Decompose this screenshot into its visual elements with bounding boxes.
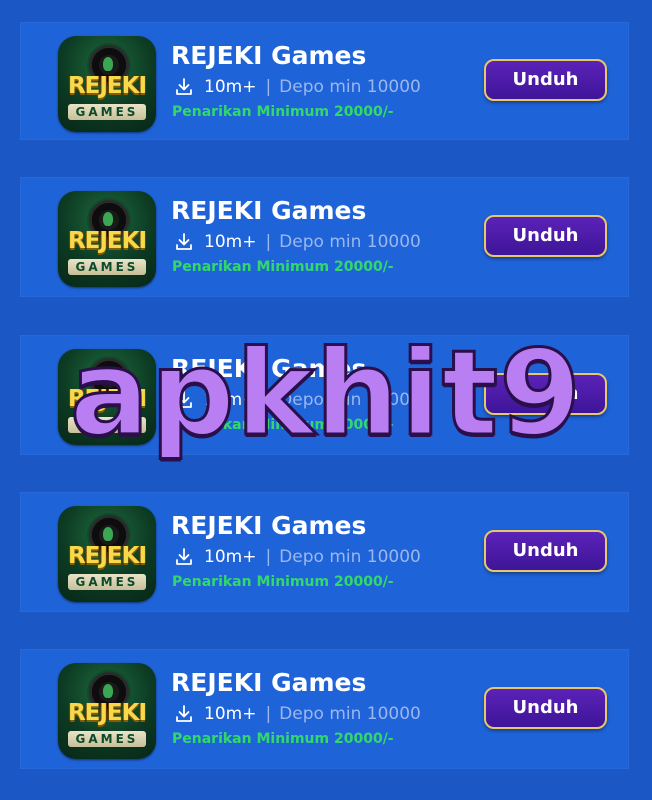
meta-separator: |: [265, 704, 272, 724]
meta-separator: |: [265, 547, 272, 567]
download-button[interactable]: Unduh: [484, 59, 607, 101]
rejeki-games-app-icon[interactable]: REJEKI GAMES: [58, 349, 156, 445]
app-name: REJEKI Games: [171, 41, 367, 70]
rejeki-games-app-icon[interactable]: REJEKI GAMES: [58, 191, 156, 287]
icon-logo-bottom-text: GAMES: [68, 259, 146, 275]
rejeki-games-app-icon[interactable]: REJEKI GAMES: [58, 36, 156, 132]
meta-separator: |: [265, 390, 272, 410]
icon-logo-top-text: REJEKI: [67, 543, 147, 569]
app-card[interactable]: REJEKI GAMES REJEKI Games 10m+ | Depo mi…: [20, 177, 629, 297]
icon-logo-bottom-text: GAMES: [68, 417, 146, 433]
meta-separator: |: [265, 232, 272, 252]
icon-logo-top-text: REJEKI: [67, 73, 147, 99]
app-meta: 10m+ | Depo min 10000: [174, 703, 421, 725]
download-icon: [176, 78, 192, 95]
icon-logo-top-text: REJEKI: [67, 700, 147, 726]
download-count: 10m+: [204, 77, 257, 97]
withdraw-minimum: Penarikan Minimum 20000/-: [172, 259, 394, 275]
deposit-minimum: Depo min 10000: [279, 390, 421, 410]
rejeki-games-app-icon[interactable]: REJEKI GAMES: [58, 663, 156, 759]
app-card[interactable]: REJEKI GAMES REJEKI Games 10m+ | Depo mi…: [20, 22, 629, 140]
app-meta: 10m+ | Depo min 10000: [174, 76, 421, 98]
rejeki-games-app-icon[interactable]: REJEKI GAMES: [58, 506, 156, 602]
download-icon: [176, 233, 192, 250]
icon-logo-top-text: REJEKI: [67, 228, 147, 254]
download-button[interactable]: Unduh: [484, 215, 607, 257]
icon-logo-bottom-text: GAMES: [68, 731, 146, 747]
app-card[interactable]: REJEKI GAMES REJEKI Games 10m+ | Depo mi…: [20, 649, 629, 769]
icon-logo-bottom-text: GAMES: [68, 104, 146, 120]
download-button[interactable]: Unduh: [484, 530, 607, 572]
download-icon: [176, 548, 192, 565]
withdraw-minimum: Penarikan Minimum 20000/-: [172, 104, 394, 120]
app-card[interactable]: REJEKI GAMES REJEKI Games 10m+ | Depo mi…: [20, 335, 629, 455]
deposit-minimum: Depo min 10000: [279, 232, 421, 252]
download-icon: [176, 391, 192, 408]
download-count: 10m+: [204, 704, 257, 724]
withdraw-minimum: Penarikan Minimum 20000/-: [172, 574, 394, 590]
download-count: 10m+: [204, 390, 257, 410]
withdraw-minimum: Penarikan Minimum 20000/-: [172, 731, 394, 747]
withdraw-minimum: Penarikan Minimum 20000/-: [172, 417, 394, 433]
download-button[interactable]: Unduh: [484, 687, 607, 729]
deposit-minimum: Depo min 10000: [279, 77, 421, 97]
download-icon: [176, 705, 192, 722]
download-count: 10m+: [204, 547, 257, 567]
meta-separator: |: [265, 77, 272, 97]
app-name: REJEKI Games: [171, 196, 367, 225]
app-meta: 10m+ | Depo min 10000: [174, 231, 421, 253]
app-name: REJEKI Games: [171, 668, 367, 697]
app-meta: 10m+ | Depo min 10000: [174, 389, 421, 411]
app-card[interactable]: REJEKI GAMES REJEKI Games 10m+ | Depo mi…: [20, 492, 629, 612]
deposit-minimum: Depo min 10000: [279, 704, 421, 724]
app-name: REJEKI Games: [171, 511, 367, 540]
icon-logo-bottom-text: GAMES: [68, 574, 146, 590]
app-meta: 10m+ | Depo min 10000: [174, 546, 421, 568]
download-count: 10m+: [204, 232, 257, 252]
deposit-minimum: Depo min 10000: [279, 547, 421, 567]
download-button[interactable]: Unduh: [484, 373, 607, 415]
app-list: REJEKI GAMES REJEKI Games 10m+ | Depo mi…: [0, 0, 652, 800]
app-name: REJEKI Games: [171, 354, 367, 383]
icon-logo-top-text: REJEKI: [67, 386, 147, 412]
